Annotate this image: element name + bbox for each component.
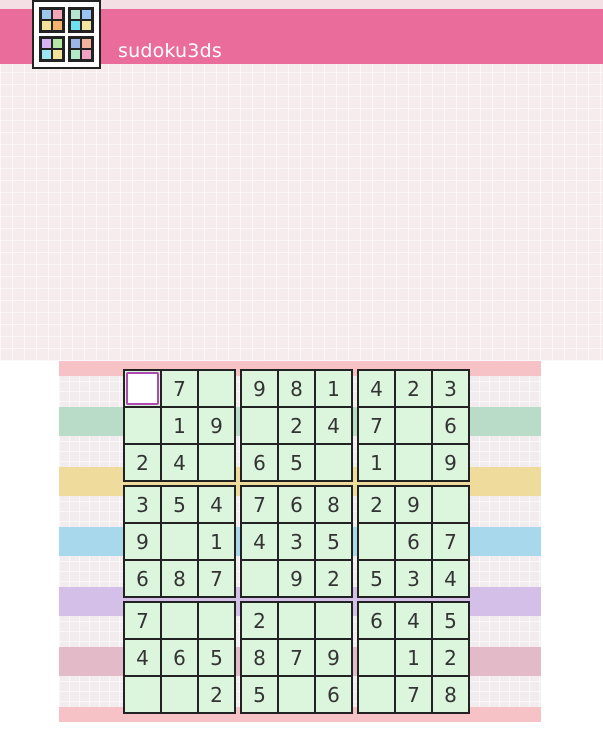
sudoku-cell[interactable]: 5 — [433, 603, 468, 638]
sudoku-cell[interactable]: 5 — [162, 487, 197, 522]
sudoku-cell[interactable]: 2 — [279, 408, 314, 443]
sudoku-cell[interactable]: 1 — [396, 640, 431, 675]
sudoku-box: 719 24 — [123, 369, 236, 482]
sudoku-cell[interactable] — [242, 408, 277, 443]
sudoku-cell[interactable] — [199, 371, 234, 406]
sudoku-cell[interactable]: 7 — [359, 408, 394, 443]
sudoku-cell[interactable]: 4 — [162, 445, 197, 480]
sudoku-cell[interactable]: 7 — [242, 487, 277, 522]
sudoku-cell[interactable]: 2 — [396, 371, 431, 406]
sudoku-cell[interactable]: 3 — [125, 487, 160, 522]
sudoku-cell[interactable]: 9 — [199, 408, 234, 443]
sudoku-cell[interactable] — [396, 408, 431, 443]
sudoku-cell[interactable]: 6 — [242, 445, 277, 480]
sudoku-cell[interactable]: 8 — [162, 561, 197, 596]
sudoku-cell[interactable]: 5 — [316, 524, 351, 559]
sudoku-cell[interactable] — [396, 445, 431, 480]
bottom-screen: 7192498124654237619354916877684359229675… — [59, 361, 541, 722]
sudoku-cell[interactable] — [279, 677, 314, 712]
sudoku-cell[interactable] — [125, 677, 160, 712]
sudoku-cell[interactable]: 2 — [242, 603, 277, 638]
sudoku-cell[interactable]: 7 — [396, 677, 431, 712]
sudoku-cell[interactable]: 8 — [279, 371, 314, 406]
sudoku-cell[interactable]: 8 — [316, 487, 351, 522]
sudoku-box: 354 9 1 687 — [123, 485, 236, 598]
sudoku-cell[interactable]: 2 — [359, 487, 394, 522]
sudoku-cell[interactable]: 6 — [433, 408, 468, 443]
sudoku-cell[interactable] — [242, 561, 277, 596]
sudoku-cell[interactable]: 4 — [433, 561, 468, 596]
sudoku-box: 2879 5 6 — [240, 601, 353, 714]
sudoku-box: 6451278 — [357, 601, 470, 714]
sudoku-box: 2967 534 — [357, 485, 470, 598]
sudoku-cell[interactable] — [199, 603, 234, 638]
sudoku-cell[interactable]: 6 — [396, 524, 431, 559]
sudoku-box: 423 7 6 1 9 — [357, 369, 470, 482]
sudoku-cell[interactable]: 6 — [162, 640, 197, 675]
sudoku-cell[interactable]: 1 — [162, 408, 197, 443]
sudoku-cell[interactable]: 7 — [199, 561, 234, 596]
sudoku-cell[interactable]: 4 — [242, 524, 277, 559]
sudoku-cell[interactable]: 3 — [279, 524, 314, 559]
sudoku-cell[interactable]: 7 — [125, 603, 160, 638]
sudoku-cell[interactable]: 4 — [396, 603, 431, 638]
sudoku-cell[interactable]: 6 — [316, 677, 351, 712]
sudoku-cell[interactable]: 7 — [279, 640, 314, 675]
sudoku-cell[interactable] — [316, 603, 351, 638]
sudoku-cell[interactable]: 4 — [316, 408, 351, 443]
sudoku-cell[interactable]: 9 — [242, 371, 277, 406]
sudoku-box: 74652 — [123, 601, 236, 714]
sudoku-cell[interactable]: 1 — [316, 371, 351, 406]
sudoku-grid-icon — [32, 0, 101, 69]
sudoku-cell[interactable]: 4 — [359, 371, 394, 406]
sudoku-cell[interactable]: 7 — [433, 524, 468, 559]
sudoku-cell[interactable] — [162, 603, 197, 638]
sudoku-cell[interactable]: 2 — [316, 561, 351, 596]
sudoku-cell[interactable]: 6 — [279, 487, 314, 522]
sudoku-cell[interactable]: 9 — [125, 524, 160, 559]
sudoku-cell[interactable] — [162, 524, 197, 559]
top-screen: sudoku3ds — [0, 0, 603, 361]
sudoku-cell[interactable]: 9 — [316, 640, 351, 675]
app-title: sudoku3ds — [118, 40, 222, 62]
sudoku-cell[interactable]: 8 — [433, 677, 468, 712]
sudoku-cell[interactable]: 5 — [359, 561, 394, 596]
sudoku-cell[interactable] — [125, 371, 160, 406]
sudoku-board: 7192498124654237619354916877684359229675… — [123, 369, 470, 714]
sudoku-cell[interactable] — [316, 445, 351, 480]
sudoku-cell[interactable]: 5 — [242, 677, 277, 712]
sudoku-cell[interactable]: 5 — [199, 640, 234, 675]
sudoku-cell[interactable]: 7 — [162, 371, 197, 406]
sudoku-cell[interactable]: 4 — [125, 640, 160, 675]
sudoku-cell[interactable]: 5 — [279, 445, 314, 480]
sudoku-cell[interactable]: 9 — [396, 487, 431, 522]
sudoku-cell[interactable] — [125, 408, 160, 443]
sudoku-cell[interactable]: 9 — [433, 445, 468, 480]
sudoku-cell[interactable] — [279, 603, 314, 638]
sudoku-cell[interactable]: 2 — [125, 445, 160, 480]
sudoku-cell[interactable] — [433, 487, 468, 522]
sudoku-cell[interactable]: 1 — [199, 524, 234, 559]
sudoku-cell[interactable] — [359, 524, 394, 559]
sudoku-cell[interactable]: 1 — [359, 445, 394, 480]
sudoku-box: 98124 65 — [240, 369, 353, 482]
sudoku-cell[interactable]: 2 — [199, 677, 234, 712]
sudoku-cell[interactable]: 4 — [199, 487, 234, 522]
sudoku-cell[interactable]: 8 — [242, 640, 277, 675]
sudoku-cell[interactable] — [359, 677, 394, 712]
sudoku-cell[interactable]: 3 — [433, 371, 468, 406]
sudoku-cell[interactable]: 3 — [396, 561, 431, 596]
sudoku-cell[interactable]: 2 — [433, 640, 468, 675]
sudoku-cell[interactable]: 6 — [359, 603, 394, 638]
sudoku-cell[interactable] — [162, 677, 197, 712]
sudoku-cell[interactable] — [199, 445, 234, 480]
sudoku-box: 768 43592 — [240, 485, 353, 598]
sudoku-cell[interactable]: 9 — [279, 561, 314, 596]
sudoku-cell[interactable] — [359, 640, 394, 675]
sudoku-cell[interactable]: 6 — [125, 561, 160, 596]
